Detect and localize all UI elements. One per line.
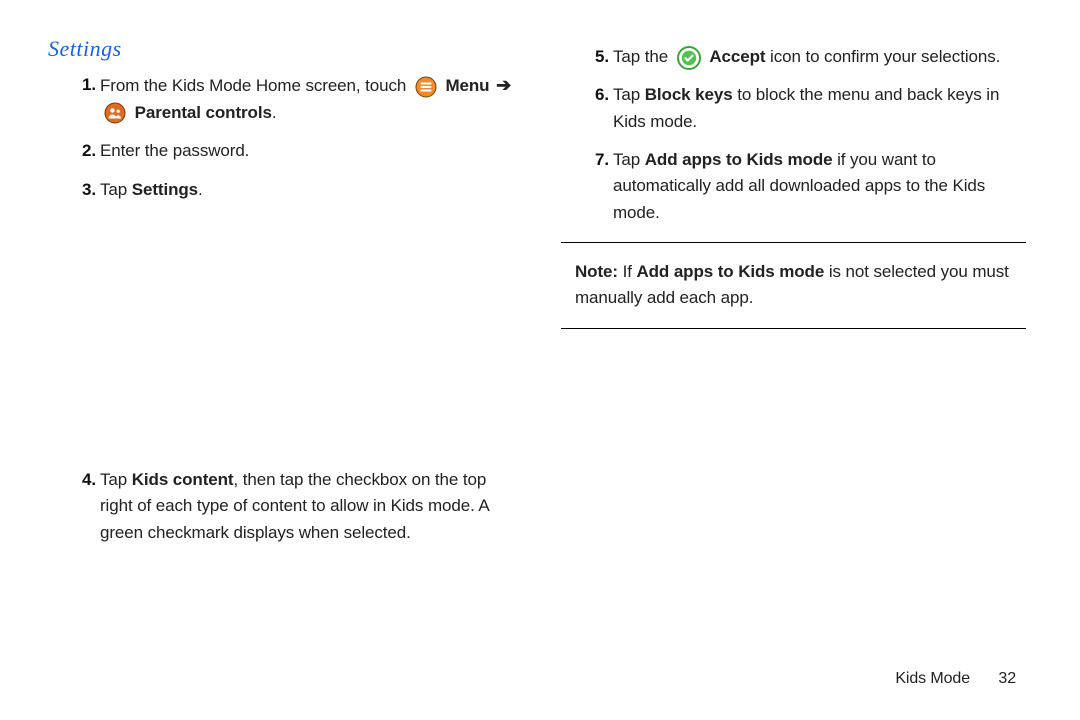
note: Note: If Add apps to Kids mode is not se… (561, 259, 1026, 312)
divider-bottom (561, 328, 1026, 329)
step-3-period: . (198, 180, 203, 199)
steps-list-right: Tap the Accept icon to confirm your sele… (561, 44, 1026, 226)
step-1: From the Kids Mode Home screen, touch Me… (78, 72, 513, 126)
step-2-text: Enter the password. (100, 141, 249, 160)
step-4-b: Kids content (132, 470, 234, 489)
step-6-a: Tap (613, 85, 645, 104)
step-5: Tap the Accept icon to confirm your sele… (591, 44, 1026, 70)
step-6: Tap Block keys to block the menu and bac… (591, 82, 1026, 135)
note-a: If (618, 262, 637, 281)
note-label: Note: (575, 262, 618, 281)
step-1-parental-label: Parental controls (135, 103, 272, 122)
page: Settings From the Kids Mode Home screen,… (0, 0, 1080, 720)
left-column: Settings From the Kids Mode Home screen,… (48, 36, 513, 558)
step-1-period: . (272, 103, 277, 122)
step-3-tap: Tap (100, 180, 132, 199)
step-3-settings: Settings (132, 180, 198, 199)
step-5-b: Accept (709, 47, 765, 66)
section-heading: Settings (48, 36, 513, 62)
step-7: Tap Add apps to Kids mode if you want to… (591, 147, 1026, 226)
divider-top (561, 242, 1026, 243)
arrow-icon: ➔ (494, 75, 511, 95)
step-7-a: Tap (613, 150, 645, 169)
step-3: Tap Settings. (78, 177, 513, 203)
step-5-a: Tap the (613, 47, 668, 66)
note-b: Add apps to Kids mode (636, 262, 824, 281)
accept-icon (677, 46, 701, 70)
step-1-menu-label: Menu (445, 76, 489, 95)
step-6-b: Block keys (645, 85, 733, 104)
step-2: Enter the password. (78, 138, 513, 164)
step-4-a: Tap (100, 470, 132, 489)
step-5-c: icon to confirm your selections. (765, 47, 1000, 66)
steps-list-left: From the Kids Mode Home screen, touch Me… (48, 72, 513, 546)
step-1-text-a: From the Kids Mode Home screen, touch (100, 76, 406, 95)
menu-icon (415, 76, 437, 98)
right-column: Tap the Accept icon to confirm your sele… (561, 36, 1026, 558)
two-column-layout: Settings From the Kids Mode Home screen,… (48, 36, 1026, 558)
footer-page-number: 32 (974, 670, 1016, 687)
page-footer: Kids Mode 32 (895, 670, 1016, 688)
footer-section: Kids Mode (895, 670, 970, 687)
step-4: Tap Kids content, then tap the checkbox … (78, 467, 513, 546)
parental-controls-icon (104, 102, 126, 124)
step-7-b: Add apps to Kids mode (645, 150, 833, 169)
